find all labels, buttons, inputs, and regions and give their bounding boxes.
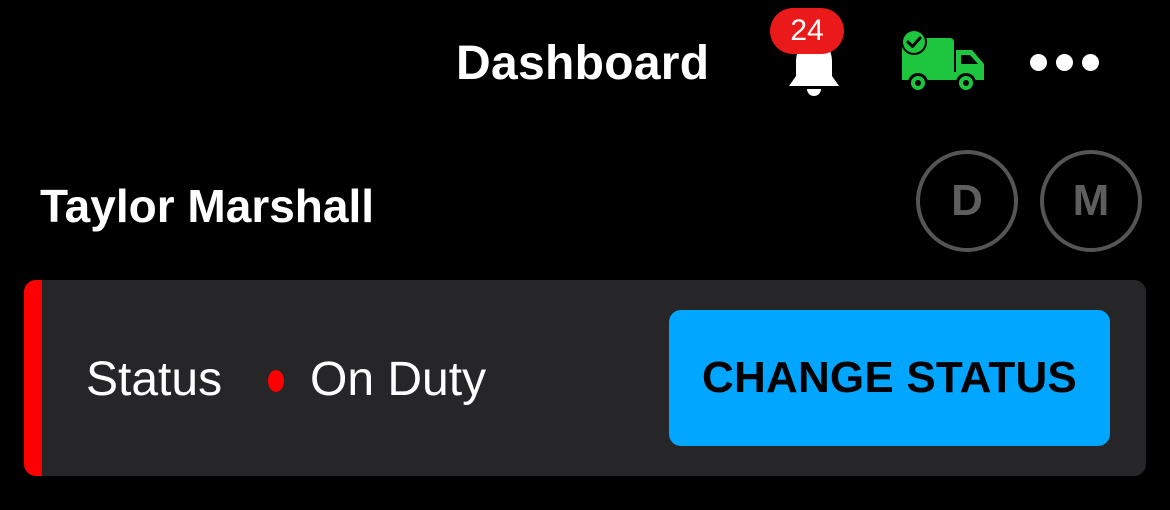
notification-count-badge: 24 [770, 8, 844, 54]
notifications-button[interactable]: 24 [770, 8, 850, 96]
change-status-button[interactable]: CHANGE STATUS [669, 310, 1110, 446]
header-bar: Dashboard 24 [0, 0, 1170, 130]
status-accent-bar [24, 280, 42, 476]
page-title: Dashboard [456, 37, 710, 90]
status-label: Status [86, 353, 223, 406]
driver-name: Taylor Marshall [40, 180, 375, 232]
vehicle-status-button[interactable] [898, 28, 990, 96]
more-options-button[interactable] [1024, 48, 1106, 78]
truck-check-icon [901, 29, 984, 93]
dashboard-screen: Dashboard 24 Taylor Marshall D M Status … [0, 0, 1170, 510]
driver-d-button[interactable]: D [916, 150, 1018, 252]
status-indicator-dot [268, 370, 284, 392]
status-card: Status On Duty CHANGE STATUS [24, 280, 1146, 476]
driver-m-button[interactable]: M [1040, 150, 1142, 252]
status-value: On Duty [310, 353, 487, 406]
